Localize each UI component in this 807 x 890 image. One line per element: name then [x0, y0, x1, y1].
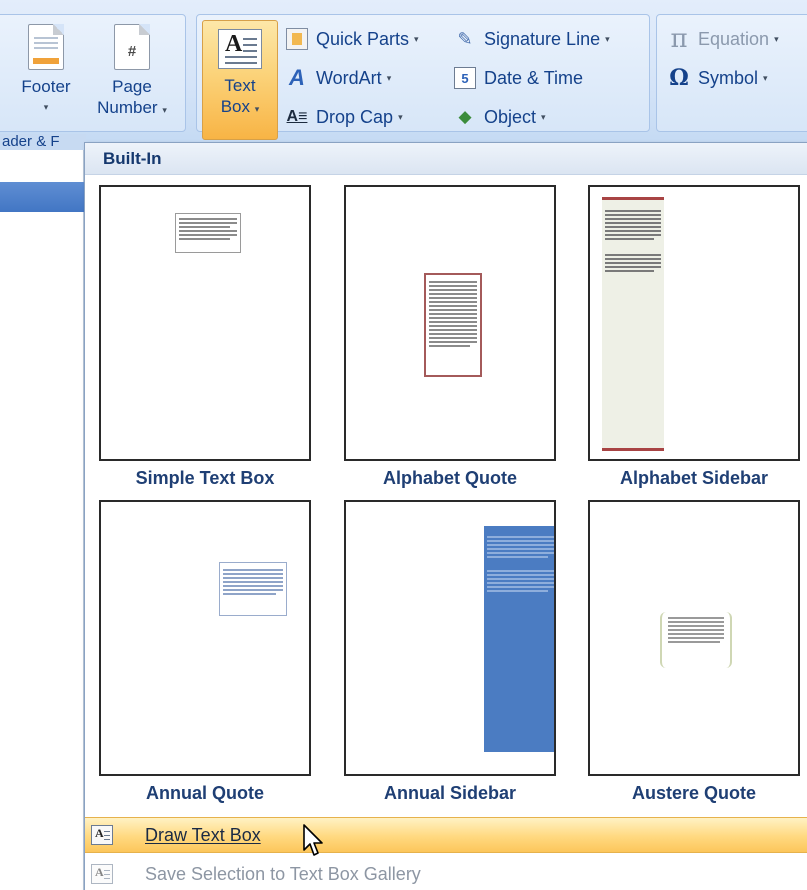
preview-sidebar [602, 197, 664, 451]
text-box-label-line2: Box [220, 97, 251, 116]
gallery-item-caption: Alphabet Quote [383, 468, 517, 488]
gallery-item-annual-sidebar[interactable]: Annual Sidebar [344, 500, 560, 804]
gallery-item-caption: Annual Sidebar [383, 783, 517, 803]
ribbon: ader & F Footer ▾ # Page Number ▾ A Text [0, 0, 807, 150]
object-icon: ◆ [458, 107, 472, 126]
pi-icon: π [670, 24, 688, 54]
footer-button[interactable]: Footer ▾ [12, 24, 80, 118]
text-box-caret-icon: ▾ [254, 104, 260, 114]
gallery-thumbnail [344, 185, 556, 461]
preview-sidebar [484, 526, 554, 752]
quick-parts-icon [286, 28, 308, 50]
gallery-thumbnail [344, 500, 556, 776]
gallery-thumbnail [99, 185, 311, 461]
text-box-label-line1: Text [224, 76, 256, 95]
date-time-icon: 5 [454, 67, 476, 89]
page-number-label-line2: Number [97, 98, 158, 117]
mouse-pointer-icon [303, 824, 323, 856]
gallery-thumbnail [588, 500, 800, 776]
wordart-button[interactable]: A WordArt ▾ [286, 63, 391, 93]
wordart-label: WordArt [316, 67, 382, 88]
object-caret-icon: ▾ [541, 111, 546, 122]
quick-parts-caret-icon: ▾ [414, 33, 419, 44]
save-selection-menu-item[interactable]: A Save Selection to Text Box Gallery [85, 855, 807, 890]
page-number-button[interactable]: # Page Number ▾ [86, 24, 178, 121]
signature-line-caret-icon: ▾ [605, 33, 610, 44]
omega-icon: Ω [669, 65, 689, 91]
gallery-thumbnail [99, 500, 311, 776]
gallery-item-caption: Simple Text Box [135, 468, 275, 488]
gallery-thumbnail [588, 185, 800, 461]
gallery-item-caption: Alphabet Sidebar [619, 468, 769, 488]
page-number-icon: # [114, 24, 150, 70]
equation-button[interactable]: π Equation ▾ [668, 24, 779, 54]
drop-cap-button[interactable]: A≡ Drop Cap ▾ [286, 102, 403, 132]
wordart-caret-icon: ▾ [386, 72, 392, 83]
draw-text-box-label: Draw Text Box [145, 824, 261, 845]
signature-line-label: Signature Line [484, 28, 601, 49]
text-box-icon: A [218, 29, 262, 69]
footer-label: Footer [21, 77, 71, 96]
signature-line-button[interactable]: ✎ Signature Line ▾ [454, 24, 610, 54]
text-box-button[interactable]: A Text Box ▾ [202, 20, 278, 140]
header-footer-group-label: ader & F [0, 134, 86, 150]
text-box-gallery: Built-In Simple Text Box Alphabet Quote … [84, 142, 807, 890]
signature-line-icon: ✎ [457, 28, 473, 49]
preview-text-box [219, 562, 287, 616]
quick-parts-button[interactable]: Quick Parts ▾ [286, 24, 419, 54]
object-button[interactable]: ◆ Object ▾ [454, 102, 546, 132]
quick-parts-label: Quick Parts [316, 28, 410, 49]
draw-text-box-icon: A [91, 825, 113, 845]
object-label: Object [484, 106, 537, 127]
gallery-item-annual-quote[interactable]: Annual Quote [99, 500, 315, 804]
save-selection-icon: A [91, 864, 113, 884]
equation-label: Equation [698, 28, 770, 49]
equation-caret-icon: ▾ [774, 33, 779, 44]
date-time-label: Date & Time [484, 67, 584, 88]
footer-caret-icon: ▾ [43, 102, 49, 112]
drop-cap-label: Drop Cap [316, 106, 394, 127]
drop-cap-caret-icon: ▾ [398, 111, 403, 122]
preview-text-box [660, 612, 732, 668]
symbol-caret-icon: ▾ [763, 72, 768, 83]
symbol-label: Symbol [698, 67, 759, 88]
document-ruler-bar [0, 182, 84, 212]
gallery-item-austere-quote[interactable]: Austere Quote [588, 500, 804, 804]
save-selection-label: Save Selection to Text Box Gallery [145, 863, 421, 884]
gallery-item-alphabet-quote[interactable]: Alphabet Quote [344, 185, 560, 489]
wordart-icon: A [289, 65, 305, 90]
document-area [0, 150, 84, 890]
date-time-button[interactable]: 5 Date & Time [454, 63, 583, 93]
page-number-label-line1: Page [112, 77, 152, 96]
page-number-caret-icon: ▾ [162, 105, 167, 115]
gallery-section-header: Built-In [85, 143, 807, 175]
preview-text-box [424, 273, 482, 377]
symbol-button[interactable]: Ω Symbol ▾ [668, 63, 768, 93]
preview-text-box [175, 213, 241, 253]
drop-cap-icon: A≡ [286, 108, 308, 125]
gallery-item-simple-text-box[interactable]: Simple Text Box [99, 185, 315, 489]
gallery-item-caption: Annual Quote [146, 783, 264, 803]
draw-text-box-menu-item[interactable]: A Draw Text Box [85, 817, 807, 853]
gallery-item-caption: Austere Quote [631, 783, 757, 803]
footer-icon [28, 24, 64, 70]
gallery-item-alphabet-sidebar[interactable]: Alphabet Sidebar [588, 185, 804, 489]
